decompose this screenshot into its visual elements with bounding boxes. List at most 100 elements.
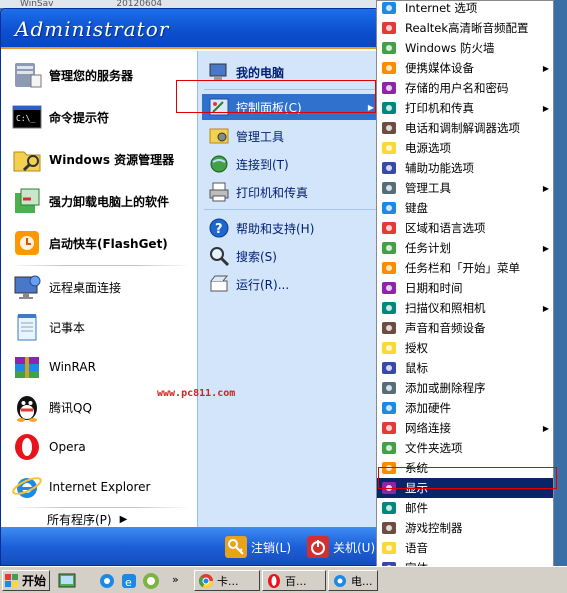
taskbar-task-chrome[interactable]: 卡... — [194, 570, 260, 591]
right-item-control-panel[interactable]: 控制面板(C) ▶ — [202, 94, 378, 120]
scanner-camera-icon — [382, 302, 396, 314]
cp-item-label: 辅助功能选项 — [405, 161, 474, 175]
opera-icon — [268, 573, 280, 588]
all-programs-button[interactable]: 所有程序(P) ▶ — [1, 511, 197, 527]
right-item-search[interactable]: 搜索(S) — [202, 243, 378, 269]
right-item-run[interactable]: 运行(R)... — [202, 271, 378, 297]
right-item-label: 控制面板(C) — [236, 100, 302, 115]
cp-item-add-remove-programs[interactable]: 添加或删除程序 — [377, 378, 553, 398]
cp-item-network-connections[interactable]: 网络连接 ▶ — [377, 418, 553, 438]
right-item-help[interactable]: ? 帮助和支持(H) — [202, 215, 378, 241]
taskbar-task-opera[interactable]: 百... — [262, 570, 326, 591]
cp-item-date-time[interactable]: 日期和时间 — [377, 278, 553, 298]
cp-item-label: 键盘 — [405, 201, 428, 215]
cp-item-mail[interactable]: 邮件 — [377, 498, 553, 518]
right-item-admin-tools[interactable]: 管理工具 — [202, 123, 378, 149]
cp-item-internet-options[interactable]: Internet 选项 — [377, 1, 553, 18]
sound-icon — [382, 322, 396, 334]
cp-item-sound[interactable]: 声音和音频设备 — [377, 318, 553, 338]
ie-icon — [334, 574, 346, 587]
cp-item-printer[interactable]: 打印机和传真 ▶ — [377, 98, 553, 118]
submenu-arrow-icon: ▶ — [542, 183, 549, 193]
submenu-arrow-icon: ▶ — [367, 102, 374, 112]
recent-item-ie[interactable]: Internet Explorer — [11, 469, 191, 505]
cp-item-power-options[interactable]: 电源选项 — [377, 138, 553, 158]
cp-item-label: 存储的用户名和密码 — [405, 81, 509, 95]
opera-icon — [15, 434, 39, 460]
notepad-icon — [17, 314, 37, 341]
logoff-button[interactable]: 注销(L) — [225, 535, 291, 559]
ie-icon[interactable] — [98, 572, 116, 590]
cp-item-taskbar-startmenu[interactable]: 任务栏和「开始」菜单 — [377, 258, 553, 278]
cp-item-mouse[interactable]: 鼠标 — [377, 358, 553, 378]
cp-item-firewall[interactable]: Windows 防火墙 — [377, 38, 553, 58]
network-connections-icon — [382, 422, 396, 434]
maxthon-icon[interactable] — [142, 572, 160, 590]
cp-item-stored-credentials[interactable]: 存储的用户名和密码 — [377, 78, 553, 98]
cp-item-label: 区域和语言选项 — [405, 221, 486, 235]
right-item-label: 搜索(S) — [236, 249, 277, 264]
start-menu-header: Administrator — [1, 9, 379, 49]
cp-item-label: 扫描仪和照相机 — [405, 301, 486, 315]
recent-item-label: Internet Explorer — [49, 480, 151, 494]
chrome-icon — [198, 573, 213, 588]
right-item-my-computer[interactable]: 我的电脑 — [202, 59, 378, 85]
separator — [204, 209, 376, 210]
cp-item-folder-options[interactable]: 文件夹选项 — [377, 438, 553, 458]
firewall-icon — [382, 42, 396, 54]
show-desktop-icon[interactable] — [58, 572, 76, 590]
recent-item-label: 记事本 — [49, 320, 86, 335]
right-item-printers[interactable]: 打印机和传真 — [202, 179, 378, 205]
quick-launch-more[interactable]: » — [172, 573, 179, 586]
cp-item-label: 声音和音频设备 — [405, 321, 486, 335]
start-menu: Administrator 管理您的服务器 C:\_ 命令提示符 Windows… — [0, 8, 380, 566]
cp-item-display[interactable]: 显示 — [377, 478, 553, 498]
cp-item-add-hardware[interactable]: 添加硬件 — [377, 398, 553, 418]
cp-item-game-controller[interactable]: 游戏控制器 — [377, 518, 553, 538]
recent-item-label: Opera — [49, 440, 86, 454]
add-remove-programs-icon — [382, 382, 396, 394]
cp-item-admin-tools[interactable]: 管理工具 ▶ — [377, 178, 553, 198]
pinned-item-label: 启动快车(FlashGet) — [49, 236, 168, 251]
realtek-audio-icon — [382, 22, 396, 34]
cp-item-label: Windows 防火墙 — [405, 41, 495, 55]
cp-item-licensing[interactable]: 授权 — [377, 338, 553, 358]
cp-item-speech[interactable]: 语音 — [377, 538, 553, 558]
cp-item-realtek-audio[interactable]: Realtek高清晰音频配置 — [377, 18, 553, 38]
pinned-item-server-manage[interactable]: 管理您的服务器 — [11, 57, 191, 93]
recent-item-winrar[interactable]: WinRAR — [11, 349, 191, 385]
taskbar-task-ie[interactable]: 电... — [328, 570, 378, 591]
stored-credentials-icon — [382, 82, 396, 94]
start-button[interactable]: 开始 — [2, 570, 50, 591]
explorer-folder-icon — [13, 151, 41, 172]
cp-item-region-language[interactable]: 区域和语言选项 — [377, 218, 553, 238]
cp-item-keyboard[interactable]: 键盘 — [377, 198, 553, 218]
shutdown-button[interactable]: 关机(U) — [307, 535, 375, 559]
svg-text:C:\_: C:\_ — [16, 114, 35, 123]
search-icon — [210, 247, 230, 267]
cp-item-accessibility[interactable]: 辅助功能选项 — [377, 158, 553, 178]
keyboard-icon — [382, 202, 396, 214]
recent-item-notepad[interactable]: 记事本 — [11, 309, 191, 345]
pinned-item-uninstall[interactable]: 强力卸载电脑上的软件 — [11, 183, 191, 219]
cp-item-portable-media[interactable]: 便携媒体设备 ▶ — [377, 58, 553, 78]
cp-item-phone-modem[interactable]: 电话和调制解调器选项 — [377, 118, 553, 138]
system-icon — [382, 462, 396, 474]
cp-item-scanner-camera[interactable]: 扫描仪和照相机 ▶ — [377, 298, 553, 318]
cp-item-scheduled-tasks[interactable]: 任务计划 ▶ — [377, 238, 553, 258]
winrar-icon — [15, 357, 39, 378]
right-item-label: 运行(R)... — [236, 277, 290, 292]
qq-icon — [17, 396, 37, 422]
pinned-item-explorer[interactable]: Windows 资源管理器 — [11, 141, 191, 177]
ie-icon[interactable]: e — [120, 572, 138, 590]
pinned-item-flashget[interactable]: 启动快车(FlashGet) — [11, 225, 191, 261]
remote-desktop-icon — [14, 275, 41, 299]
recent-item-remote-desktop[interactable]: 远程桌面连接 — [11, 269, 191, 305]
cp-item-label: 游戏控制器 — [405, 521, 463, 535]
power-icon — [307, 536, 329, 558]
pinned-item-cmd[interactable]: C:\_ 命令提示符 — [11, 99, 191, 135]
cp-item-system[interactable]: 系统 — [377, 458, 553, 478]
cp-item-label: 添加或删除程序 — [405, 381, 486, 395]
recent-item-opera[interactable]: Opera — [11, 429, 191, 465]
right-item-connect-to[interactable]: 连接到(T) — [202, 151, 378, 177]
